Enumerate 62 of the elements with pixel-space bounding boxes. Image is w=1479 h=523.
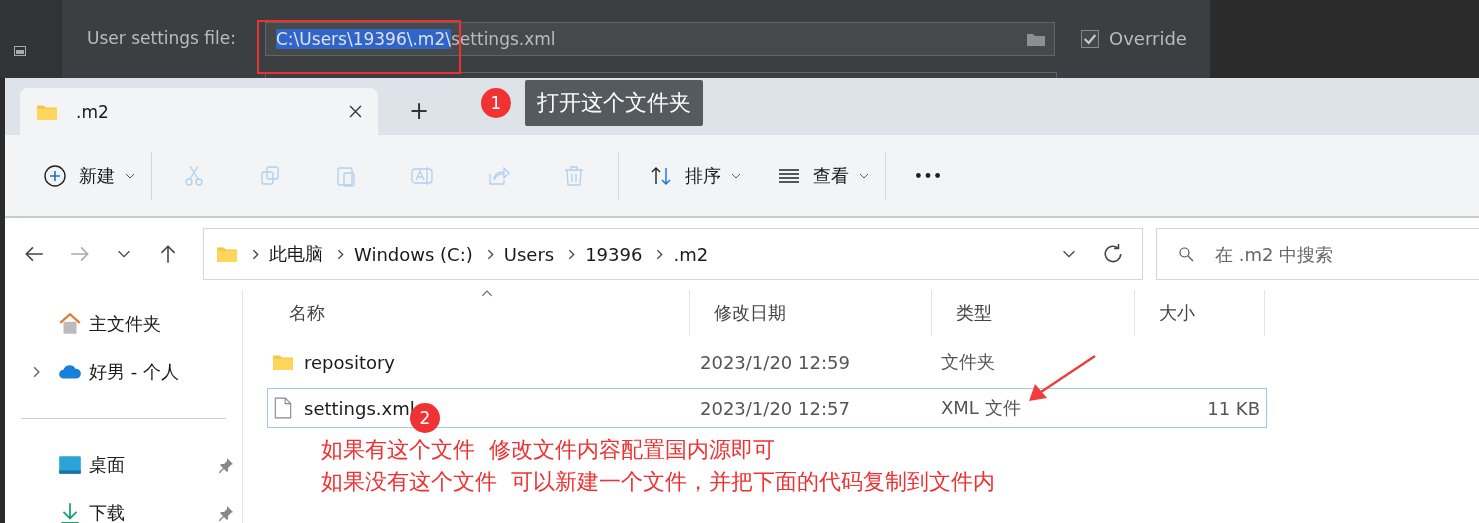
scissors-icon [182,163,206,188]
file-type: 文件夹 [940,350,996,374]
sort-button[interactable]: 排序 [641,153,749,198]
sidebar-item[interactable]: 下载 [5,489,242,523]
annotation-note: 如果没有这个文件 可以新建一个文件，并把下面的代码复制到文件内 [321,468,996,496]
copy-icon [258,163,282,188]
breadcrumb-item[interactable]: 此电脑 [269,242,323,266]
folder-icon [216,245,238,263]
sidebar-item[interactable]: 好男 - 个人 [5,348,242,396]
more-icon [916,173,940,178]
caret-icon [125,172,135,179]
chevron-right-icon [337,248,344,260]
breadcrumb-item[interactable]: Users [503,243,555,265]
column-header[interactable]: 修改日期 [690,290,932,336]
view-button[interactable]: 查看 [769,153,877,198]
search-field[interactable]: 在 .m2 中搜索 [1156,228,1479,280]
sort-caret-icon [481,290,493,297]
file-type: XML 文件 [940,396,1022,420]
annotation-arrow [1027,354,1097,404]
close-icon[interactable] [349,105,362,118]
address-bar[interactable]: 此电脑 Windows (C:) Users 19396 .m2 [203,228,1143,280]
chevron-right-icon [568,248,576,260]
trash-icon [562,163,586,188]
home-icon [57,311,83,337]
breadcrumb-item[interactable]: .m2 [673,243,709,265]
refresh-icon[interactable] [1102,243,1124,265]
step-number-badge: 1 [481,88,511,118]
breadcrumb-item[interactable]: Windows (C:) [354,243,473,265]
override-checkbox[interactable] [1081,29,1099,48]
folder-icon[interactable] [1026,31,1046,47]
callout-tooltip: 打开这个文件夹 [525,80,703,126]
caret-icon [731,172,741,179]
chevron-right-icon [252,248,259,260]
expand-chevron-icon[interactable] [33,366,40,378]
folder-icon [272,353,294,371]
breadcrumb-item[interactable]: 19396 [585,243,643,265]
new-button[interactable]: 新建 [35,153,143,198]
pin-icon[interactable] [218,505,234,521]
column-header[interactable]: 大小 [1135,290,1265,336]
pin-icon[interactable] [218,457,234,473]
file-name: repository [304,351,396,373]
search-icon [1178,246,1194,262]
chevron-right-icon [486,248,494,260]
column-header[interactable]: 名称 [267,290,690,336]
file-size: 11 KB [1207,397,1260,419]
panel-icon[interactable] [14,46,26,56]
folder-tab[interactable]: .m2 [20,88,378,135]
override-label: Override [1109,28,1187,49]
chevron-right-icon [656,248,664,260]
new-tab-button[interactable]: + [409,97,430,125]
file-row[interactable]: repository 2023/1/20 12:59 文件夹 [267,342,1267,382]
plus-circle-icon [43,163,67,188]
folder-icon [36,102,58,121]
annotation-note: 如果有这个文件 修改文件内容配置国内源即可 [321,436,776,464]
sidebar-item[interactable]: 主文件夹 [5,300,242,348]
caret-icon [859,172,869,179]
column-header[interactable]: 类型 [932,290,1135,336]
document-icon [274,397,292,419]
modified-date: 2023/1/20 12:57 [699,397,851,419]
sidebar-item[interactable]: 桌面 [5,441,242,489]
settings-label: User settings file: [87,28,237,48]
modified-date: 2023/1/20 12:59 [699,351,851,373]
